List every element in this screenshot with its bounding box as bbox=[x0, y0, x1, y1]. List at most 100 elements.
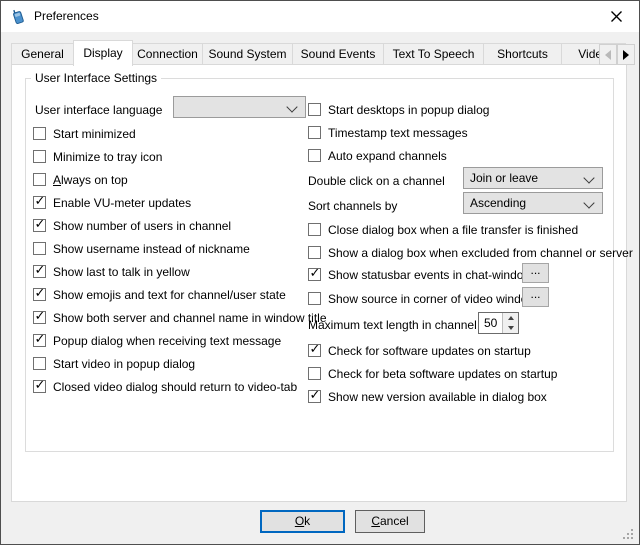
checkbox bbox=[33, 265, 46, 278]
checkbox-show-user-count[interactable]: Show number of users in channel bbox=[33, 217, 231, 234]
checkbox-timestamp-messages[interactable]: Timestamp text messages bbox=[308, 124, 468, 141]
tab-scroll-left-icon bbox=[605, 50, 611, 60]
app-icon bbox=[10, 8, 27, 25]
checkbox-check-beta-updates[interactable]: Check for beta software updates on start… bbox=[308, 365, 557, 382]
checkbox-label: Show source in corner of video window bbox=[328, 292, 536, 306]
checkbox-label: Start video in popup dialog bbox=[53, 357, 195, 371]
checkbox-minimize-to-tray[interactable]: Minimize to tray icon bbox=[33, 148, 162, 165]
checkbox bbox=[308, 390, 321, 403]
spin-up-button[interactable] bbox=[503, 313, 518, 323]
checkbox bbox=[33, 196, 46, 209]
checkbox-label: Timestamp text messages bbox=[328, 126, 468, 140]
max-text-value: 50 bbox=[479, 313, 502, 333]
checkbox bbox=[308, 223, 321, 236]
checkbox bbox=[308, 367, 321, 380]
chevron-down-icon bbox=[583, 197, 594, 208]
checkbox bbox=[33, 288, 46, 301]
checkbox-desktops-popup[interactable]: Start desktops in popup dialog bbox=[308, 101, 489, 118]
tab-sound-system[interactable]: Sound System bbox=[202, 43, 293, 65]
checkbox-video-popup[interactable]: Start video in popup dialog bbox=[33, 355, 195, 372]
checkbox-label: Minimize to tray icon bbox=[53, 150, 162, 164]
chevron-down-icon bbox=[583, 172, 594, 183]
statusbar-events-more-button[interactable]: ... bbox=[522, 263, 549, 283]
tab-sound-events[interactable]: Sound Events bbox=[292, 43, 384, 65]
checkbox-label: Show username instead of nickname bbox=[53, 242, 250, 256]
checkbox-label: Popup dialog when receiving text message bbox=[53, 334, 281, 348]
checkbox-label: Start desktops in popup dialog bbox=[328, 103, 489, 117]
double-click-combobox[interactable]: Join or leave bbox=[463, 167, 603, 189]
checkbox-vu-meter-updates[interactable]: Enable VU-meter updates bbox=[33, 194, 191, 211]
checkbox-label: Close dialog box when a file transfer is… bbox=[328, 223, 578, 237]
checkbox-close-file-transfer[interactable]: Close dialog box when a file transfer is… bbox=[308, 221, 578, 238]
checkbox-video-return-tab[interactable]: Closed video dialog should return to vid… bbox=[33, 378, 297, 395]
cancel-button[interactable]: Cancel bbox=[355, 510, 425, 533]
checkbox-label: Always on top bbox=[53, 173, 128, 187]
close-button[interactable] bbox=[594, 1, 639, 31]
checkbox-label: Show number of users in channel bbox=[53, 219, 231, 233]
max-text-spinbox[interactable]: 50 bbox=[478, 312, 519, 334]
checkbox bbox=[33, 242, 46, 255]
arrow-down-icon bbox=[508, 326, 514, 330]
tab-text-to-speech[interactable]: Text To Speech bbox=[383, 43, 484, 65]
checkbox-start-minimized[interactable]: Start minimized bbox=[33, 125, 136, 142]
checkbox-label: Closed video dialog should return to vid… bbox=[53, 380, 297, 394]
max-text-label: Maximum text length in channel list bbox=[308, 318, 495, 332]
checkbox-excluded-dialog[interactable]: Show a dialog box when excluded from cha… bbox=[308, 244, 633, 261]
checkbox-show-emojis[interactable]: Show emojis and text for channel/user st… bbox=[33, 286, 286, 303]
tab-shortcuts[interactable]: Shortcuts bbox=[483, 43, 562, 65]
checkbox-label: Show a dialog box when excluded from cha… bbox=[328, 246, 633, 260]
checkbox-label: Show emojis and text for channel/user st… bbox=[53, 288, 286, 302]
checkbox-label: Start minimized bbox=[53, 127, 136, 141]
language-combobox[interactable] bbox=[173, 96, 306, 118]
checkbox-always-on-top[interactable]: Always on top bbox=[33, 171, 128, 188]
sort-channels-label-row: Sort channels by bbox=[308, 197, 397, 214]
spin-buttons bbox=[502, 313, 518, 333]
checkbox-window-title[interactable]: Show both server and channel name in win… bbox=[33, 309, 327, 326]
checkbox-statusbar-events[interactable]: Show statusbar events in chat-window bbox=[308, 266, 532, 283]
title-bar: Preferences bbox=[1, 1, 639, 32]
checkbox bbox=[308, 149, 321, 162]
checkbox-new-version-dialog[interactable]: Show new version available in dialog box bbox=[308, 388, 547, 405]
checkbox-last-to-talk[interactable]: Show last to talk in yellow bbox=[33, 263, 190, 280]
resize-grip[interactable] bbox=[623, 529, 635, 541]
checkbox-label: Check for software updates on startup bbox=[328, 344, 531, 358]
checkbox-label: Show last to talk in yellow bbox=[53, 265, 190, 279]
checkbox bbox=[308, 246, 321, 259]
tab-general[interactable]: General bbox=[11, 43, 74, 65]
checkbox bbox=[33, 173, 46, 186]
checkbox bbox=[308, 103, 321, 116]
language-label-row: User interface language bbox=[35, 101, 162, 118]
tab-display[interactable]: Display bbox=[73, 40, 133, 66]
checkbox-auto-expand-channels[interactable]: Auto expand channels bbox=[308, 147, 447, 164]
checkbox bbox=[33, 357, 46, 370]
double-click-value: Join or leave bbox=[470, 171, 538, 185]
tab-scroll-right-button[interactable] bbox=[617, 44, 635, 65]
tab-connection[interactable]: Connection bbox=[132, 43, 203, 65]
sort-channels-label: Sort channels by bbox=[308, 199, 397, 213]
checkbox-check-updates[interactable]: Check for software updates on startup bbox=[308, 342, 531, 359]
checkbox bbox=[33, 219, 46, 232]
checkbox bbox=[33, 127, 46, 140]
checkbox-label: Auto expand channels bbox=[328, 149, 447, 163]
ok-button[interactable]: Ok bbox=[260, 510, 345, 533]
checkbox bbox=[308, 126, 321, 139]
chevron-down-icon bbox=[286, 101, 297, 112]
double-click-label-row: Double click on a channel bbox=[308, 172, 445, 189]
tab-bar: General Display Connection Sound System … bbox=[11, 43, 626, 65]
max-text-label-row: Maximum text length in channel list bbox=[308, 316, 495, 333]
spin-down-button[interactable] bbox=[503, 323, 518, 333]
sort-channels-value: Ascending bbox=[470, 196, 526, 210]
arrow-up-icon bbox=[508, 316, 514, 320]
video-source-more-button[interactable]: ... bbox=[522, 287, 549, 307]
group-title: User Interface Settings bbox=[31, 71, 161, 85]
sort-channels-combobox[interactable]: Ascending bbox=[463, 192, 603, 214]
checkbox-video-source-corner[interactable]: Show source in corner of video window bbox=[308, 290, 536, 307]
checkbox bbox=[308, 268, 321, 281]
checkbox-label: Show statusbar events in chat-window bbox=[328, 268, 532, 282]
checkbox-show-username[interactable]: Show username instead of nickname bbox=[33, 240, 250, 257]
checkbox bbox=[308, 292, 321, 305]
tab-scroll-left-button[interactable] bbox=[599, 44, 617, 65]
window-title: Preferences bbox=[34, 9, 99, 23]
checkbox-label: Show new version available in dialog box bbox=[328, 390, 547, 404]
checkbox-popup-text-message[interactable]: Popup dialog when receiving text message bbox=[33, 332, 281, 349]
